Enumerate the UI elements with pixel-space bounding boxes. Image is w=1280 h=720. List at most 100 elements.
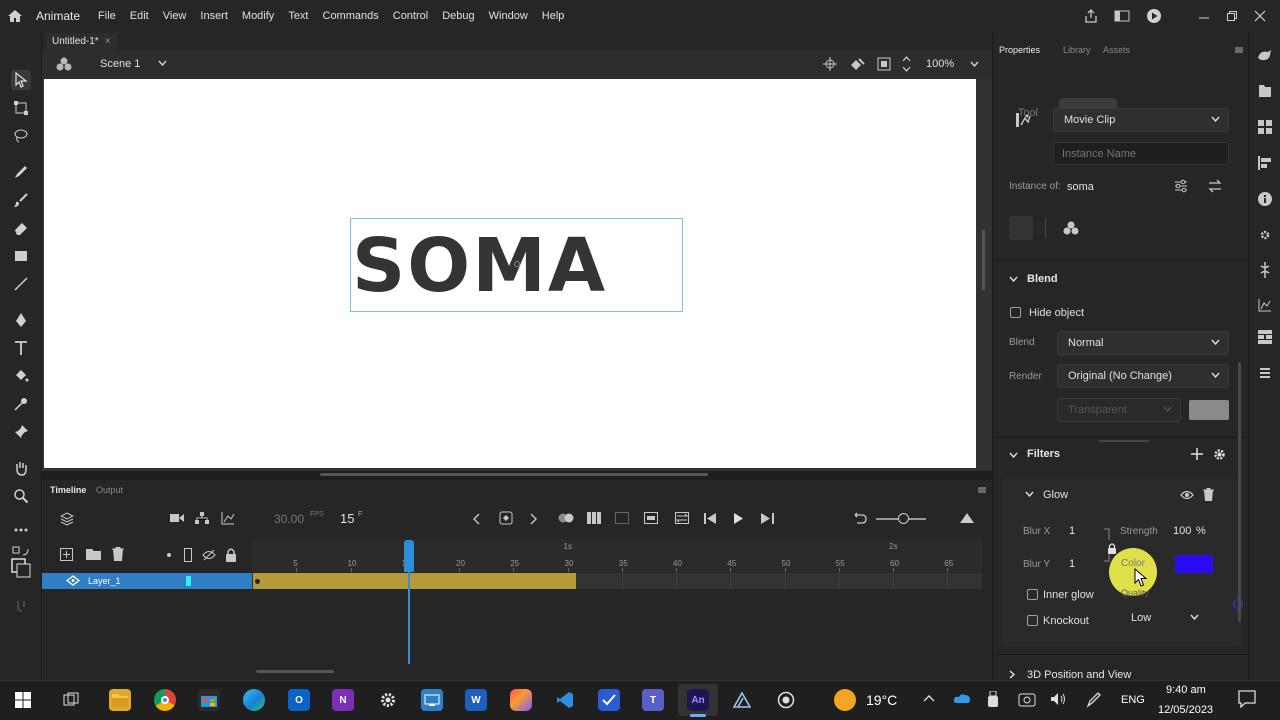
workspace-icon[interactable] (1114, 10, 1130, 22)
filter-settings-gear-icon[interactable] (1213, 448, 1226, 461)
align-panel-icon[interactable] (1258, 156, 1272, 170)
symbol-type-dropdown[interactable]: Movie Clip (1053, 108, 1229, 132)
outline-icon[interactable] (184, 548, 192, 562)
stroke-fill-color-icon[interactable] (11, 558, 31, 578)
edit-multiple-frames-icon[interactable] (587, 512, 601, 524)
menu-insert[interactable]: Insert (200, 10, 228, 22)
test-movie-icon[interactable] (1146, 8, 1162, 24)
step-forward-icon[interactable] (761, 513, 774, 524)
paint-bucket-tool-icon[interactable] (11, 366, 31, 386)
menu-view[interactable]: View (163, 10, 187, 22)
stage-text-soma[interactable]: SOMA (352, 226, 607, 306)
motion-editor-icon[interactable] (1258, 298, 1272, 312)
tab-properties[interactable]: Properties (999, 45, 1040, 55)
menu-window[interactable]: Window (489, 10, 528, 22)
glow-collapse-icon[interactable] (1025, 491, 1034, 497)
graph-icon[interactable] (221, 511, 235, 525)
layers-icon[interactable] (60, 512, 74, 526)
menu-help[interactable]: Help (542, 10, 565, 22)
task-view-icon[interactable] (60, 689, 82, 711)
weather-temp[interactable]: 19°C (866, 692, 897, 708)
loop-icon[interactable] (675, 512, 689, 524)
keyframe-marker[interactable] (255, 579, 260, 584)
render-dropdown[interactable]: Original (No Change) (1057, 364, 1229, 388)
onion-skin-icon[interactable] (558, 512, 574, 524)
layer-row[interactable]: Layer_1 (42, 573, 252, 589)
lasso-tool-icon[interactable] (11, 126, 31, 146)
swatches-panel-icon[interactable] (1258, 120, 1272, 134)
new-layer-icon[interactable] (60, 548, 73, 561)
clock-time[interactable]: 9:40 am (1166, 684, 1206, 696)
file-explorer-icon[interactable] (109, 689, 131, 711)
menu-modify[interactable]: Modify (242, 10, 274, 22)
usb-icon[interactable] (988, 691, 998, 707)
hand-tool-icon[interactable] (11, 458, 31, 478)
weather-icon[interactable] (834, 689, 856, 711)
document-tab[interactable]: Untitled-1* × (46, 33, 117, 50)
frame-width-slider-handle[interactable] (898, 513, 909, 524)
show-hidden-icons-icon[interactable] (923, 694, 935, 702)
snap-icon[interactable] (11, 596, 31, 616)
camera-icon[interactable] (170, 513, 184, 523)
menu-commands[interactable]: Commands (323, 10, 379, 22)
quality-dropdown[interactable]: Low (1121, 607, 1207, 629)
new-folder-icon[interactable] (86, 548, 101, 560)
render-background-swatch[interactable] (1189, 400, 1229, 420)
next-keyframe-icon[interactable] (530, 513, 538, 525)
minimize-icon[interactable] (1198, 10, 1210, 22)
scene-name[interactable]: Scene 1 (100, 58, 140, 70)
menu-text[interactable]: Text (288, 10, 308, 22)
home-icon[interactable] (0, 0, 30, 32)
color-panel-icon[interactable] (1257, 228, 1273, 242)
scene-chevron-down-icon[interactable] (158, 60, 167, 66)
blend-mode-dropdown[interactable]: Normal (1057, 331, 1229, 355)
swap-symbol-icon[interactable] (1208, 179, 1222, 193)
components-panel-icon[interactable] (1258, 330, 1272, 344)
vscode-icon[interactable] (554, 689, 576, 711)
edit-symbol-button[interactable] (1009, 216, 1033, 240)
resize-handle[interactable] (1099, 440, 1149, 442)
add-filter-icon[interactable] (1191, 448, 1203, 460)
pen-tray-icon[interactable] (1086, 690, 1102, 708)
tasks-app-icon[interactable] (598, 689, 620, 711)
language-indicator[interactable]: ENG (1121, 694, 1145, 706)
word-icon[interactable]: W (465, 689, 487, 711)
recorder-icon[interactable] (775, 689, 797, 711)
layer-frame-span[interactable] (253, 573, 576, 589)
lock-icon[interactable] (1107, 543, 1117, 554)
zoom-chevron-down-icon[interactable] (970, 61, 979, 67)
layer-outline-color[interactable] (186, 576, 191, 586)
inner-glow-checkbox[interactable] (1027, 589, 1038, 600)
eye-icon[interactable] (1180, 490, 1194, 500)
close-tab-icon[interactable]: × (105, 36, 111, 47)
menu-control[interactable]: Control (393, 10, 428, 22)
outlook-icon[interactable]: O (288, 689, 310, 711)
edit-symbols-icon[interactable] (849, 57, 865, 71)
close-window-icon[interactable] (1254, 10, 1266, 22)
camera-tray-icon[interactable] (1018, 691, 1036, 707)
tween-icon[interactable] (615, 512, 629, 524)
highlight-layer-icon[interactable] (167, 553, 171, 557)
properties-menu-icon[interactable] (1235, 47, 1243, 53)
instance-name-input[interactable] (1053, 142, 1229, 165)
blur-x-value[interactable]: 1 (1069, 525, 1075, 537)
insert-keyframe-icon[interactable] (499, 511, 513, 525)
properties-scrollbar[interactable] (1238, 362, 1241, 622)
info-panel-icon[interactable] (1258, 192, 1272, 206)
glow-color-swatch[interactable] (1175, 555, 1213, 573)
clip-content-icon[interactable] (877, 57, 891, 71)
pencil-tool-icon[interactable] (11, 162, 31, 182)
selection-tool-icon[interactable] (11, 70, 31, 90)
hide-object-checkbox[interactable] (1010, 307, 1021, 318)
teams-icon[interactable]: T (642, 689, 664, 711)
zoom-tool-icon[interactable] (11, 486, 31, 506)
timeline-scrollbar[interactable] (256, 670, 334, 673)
tab-assets[interactable]: Assets (1103, 45, 1130, 55)
strength-value[interactable]: 100 (1173, 525, 1191, 537)
transform-point-icon[interactable] (514, 261, 520, 267)
eraser-tool-icon[interactable] (11, 218, 31, 238)
creative-cloud-icon[interactable] (510, 689, 532, 711)
blur-y-value[interactable]: 1 (1069, 558, 1075, 570)
store-icon[interactable] (198, 689, 220, 711)
symbol-library-icon[interactable] (1063, 221, 1079, 236)
